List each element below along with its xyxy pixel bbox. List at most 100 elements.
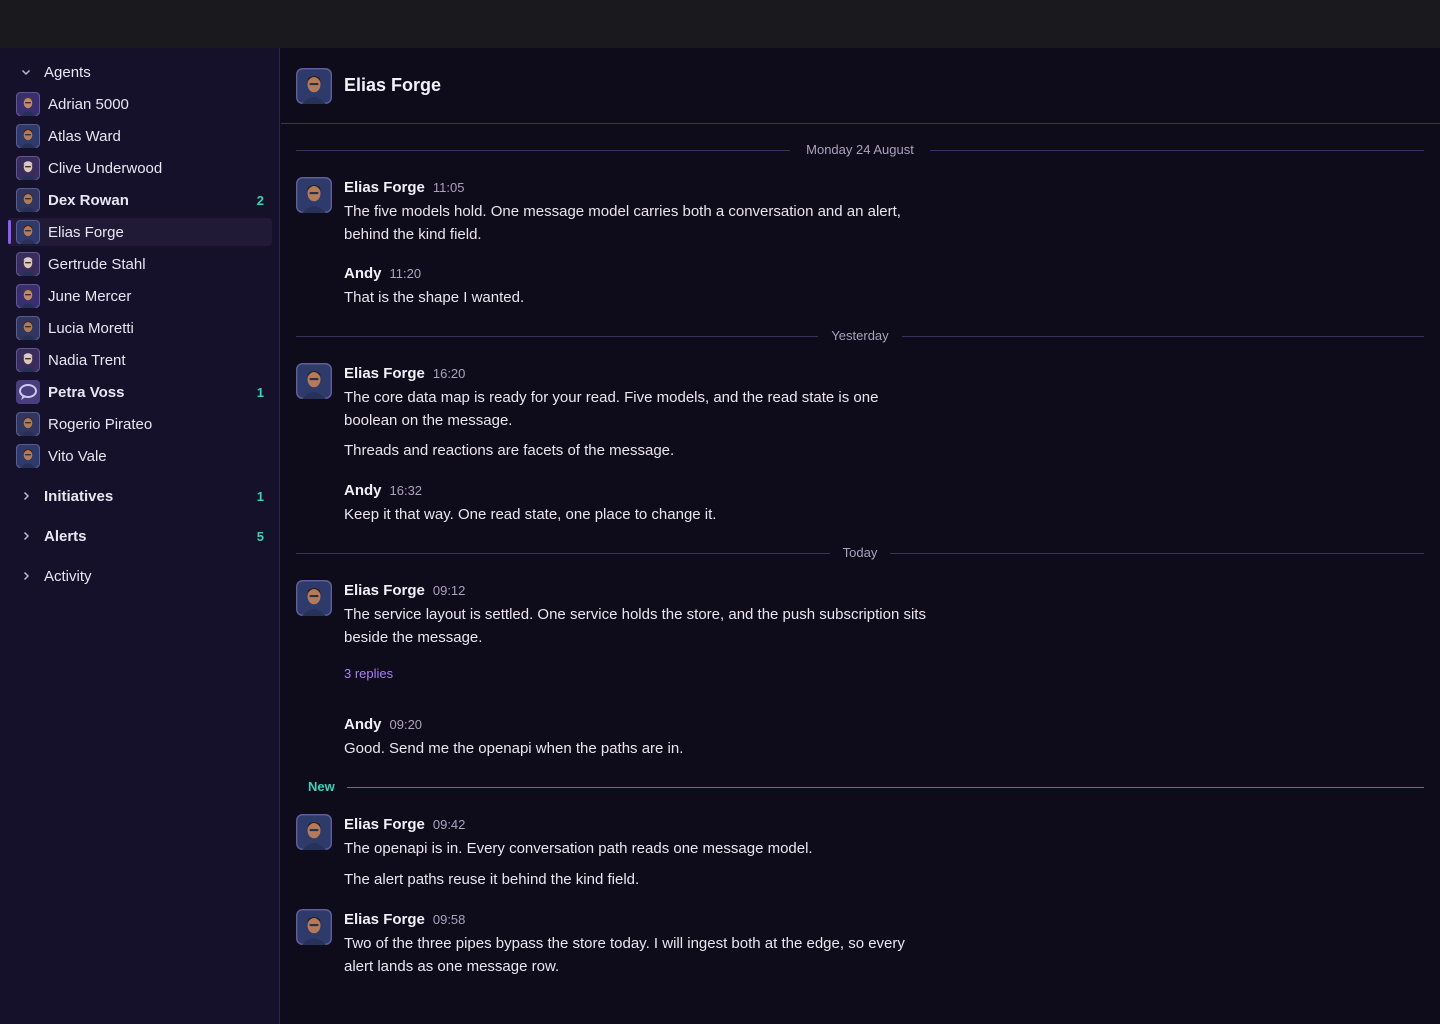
message-timestamp: 16:32 — [389, 483, 423, 498]
message-timestamp: 09:42 — [432, 817, 466, 832]
divider-text: New — [296, 779, 347, 794]
message-author: Andy 11:20 — [344, 265, 421, 282]
divider-label: Yesterday — [296, 328, 1424, 343]
message-author: Elias Forge 11:05 — [344, 179, 464, 196]
agent-name: June Mercer — [48, 287, 132, 305]
sidebar-item-agent[interactable]: Atlas Ward — [8, 122, 272, 150]
agent-name: Atlas Ward — [48, 127, 121, 145]
unread-badge: 1 — [256, 384, 264, 400]
top-bar — [0, 0, 1440, 48]
message-text: The core data map is ready for your read… — [344, 389, 879, 429]
sidebar-item-agent[interactable]: Petra Voss 1 — [8, 378, 272, 406]
agents-section-label: Agents — [44, 63, 91, 81]
avatar — [16, 124, 40, 148]
message-timestamp: 11:20 — [389, 266, 422, 281]
unread-badge: 2 — [256, 192, 264, 208]
new-messages-divider: New — [296, 777, 1424, 797]
divider-text: Monday 24 August — [794, 142, 926, 157]
initiatives-section-header[interactable]: Initiatives 1 — [0, 483, 280, 509]
message-text: That is the shape I wanted. — [344, 289, 525, 306]
message-text: Keep it that way. One read state, one pl… — [344, 506, 717, 523]
activity-section-header[interactable]: Activity — [0, 563, 280, 589]
message-text: Good. Send me the openapi when the paths… — [344, 740, 684, 757]
sidebar-item-agent[interactable]: June Mercer — [8, 282, 272, 310]
sidebar-item-agent[interactable]: Dex Rowan 2 — [8, 186, 272, 214]
avatar — [16, 444, 40, 468]
agents-section-header[interactable]: Agents — [0, 59, 280, 85]
avatar — [296, 177, 332, 213]
date-divider: Today — [296, 543, 1424, 563]
avatar — [16, 156, 40, 180]
chevron-down-icon — [19, 65, 33, 79]
message-timestamp: 09:12 — [432, 583, 466, 598]
message-author: Andy 16:32 — [344, 482, 422, 499]
message-author: Elias Forge 16:20 — [344, 365, 465, 382]
agent-name: Lucia Moretti — [48, 319, 134, 337]
initiatives-section-label: Initiatives — [44, 487, 114, 505]
message-author: Andy 09:20 — [344, 716, 422, 733]
date-divider: Yesterday — [296, 326, 1424, 346]
sidebar-item-agent[interactable]: Lucia Moretti — [8, 314, 272, 342]
avatar — [16, 412, 40, 436]
message-text: The alert paths reuse it behind the kind… — [344, 871, 640, 888]
sidebar-item-agent[interactable]: Clive Underwood — [8, 154, 272, 182]
message-text: Two of the three pipes bypass the store … — [344, 935, 905, 975]
author-name: Elias Forge — [344, 582, 425, 599]
message-timestamp: 09:58 — [432, 912, 466, 927]
sidebar-item-agent[interactable]: Vito Vale — [8, 442, 272, 470]
author-name: Elias Forge — [344, 816, 425, 833]
agent-name: Adrian 5000 — [48, 95, 129, 113]
message-text: The service layout is settled. One servi… — [344, 606, 926, 646]
sidebar-item-agent[interactable]: Adrian 5000 — [8, 90, 272, 118]
divider-text: Today — [830, 545, 890, 560]
avatar — [296, 580, 332, 616]
avatar — [16, 380, 40, 404]
initiatives-unread-badge: 1 — [256, 488, 264, 504]
agent-name: Elias Forge — [48, 223, 124, 241]
author-name: Elias Forge — [344, 911, 425, 928]
avatar — [16, 188, 40, 212]
message-author: Elias Forge 09:42 — [344, 816, 465, 833]
avatar — [16, 316, 40, 340]
sidebar-item-agent[interactable]: Gertrude Stahl — [8, 250, 272, 278]
avatar — [16, 252, 40, 276]
avatar — [16, 348, 40, 372]
message-author: Elias Forge 09:12 — [344, 582, 465, 599]
chat-header: Elias Forge — [281, 48, 1440, 124]
sidebar: Agents Adrian 5000 Atlas Ward Clive Underw… — [0, 48, 280, 1024]
message-text: Threads and reactions are facets of the … — [344, 442, 675, 459]
chat-panel: Elias Forge Monday 24 August Yesterday Tod… — [281, 48, 1440, 1024]
avatar — [296, 909, 332, 945]
chevron-right-icon — [19, 569, 33, 583]
agent-name: Dex Rowan — [48, 191, 129, 209]
agent-name: Clive Underwood — [48, 159, 163, 177]
author-name: Andy — [344, 265, 382, 282]
agent-name: Nadia Trent — [48, 351, 126, 369]
avatar — [296, 814, 332, 850]
sidebar-item-agent[interactable]: Nadia Trent — [8, 346, 272, 374]
avatar — [296, 68, 332, 104]
avatar — [16, 92, 40, 116]
agent-name: Gertrude Stahl — [48, 255, 146, 273]
author-name: Elias Forge — [344, 179, 425, 196]
message-timestamp: 11:05 — [432, 180, 465, 195]
alerts-unread-badge: 5 — [256, 528, 264, 544]
divider-text: Yesterday — [819, 328, 901, 343]
agent-name: Vito Vale — [48, 447, 107, 465]
divider-label: Monday 24 August — [296, 142, 1424, 157]
chat-title: Elias Forge — [344, 75, 442, 95]
activity-section-label: Activity — [44, 567, 92, 585]
chevron-right-icon — [19, 489, 33, 503]
message-text: The five models hold. One message model … — [344, 203, 901, 243]
agent-name: Rogerio Pirateo — [48, 415, 153, 433]
agent-name: Petra Voss — [48, 383, 125, 401]
divider-label: New — [296, 779, 1424, 794]
sidebar-item-agent[interactable]: Elias Forge — [8, 218, 272, 246]
alerts-section-header[interactable]: Alerts 5 — [0, 523, 280, 549]
alerts-section-label: Alerts — [44, 527, 87, 545]
message-timestamp: 16:20 — [432, 366, 466, 381]
avatar — [16, 220, 40, 244]
chevron-right-icon — [19, 529, 33, 543]
thread-replies-link[interactable]: 3 replies — [344, 666, 393, 681]
sidebar-item-agent[interactable]: Rogerio Pirateo — [8, 410, 272, 438]
